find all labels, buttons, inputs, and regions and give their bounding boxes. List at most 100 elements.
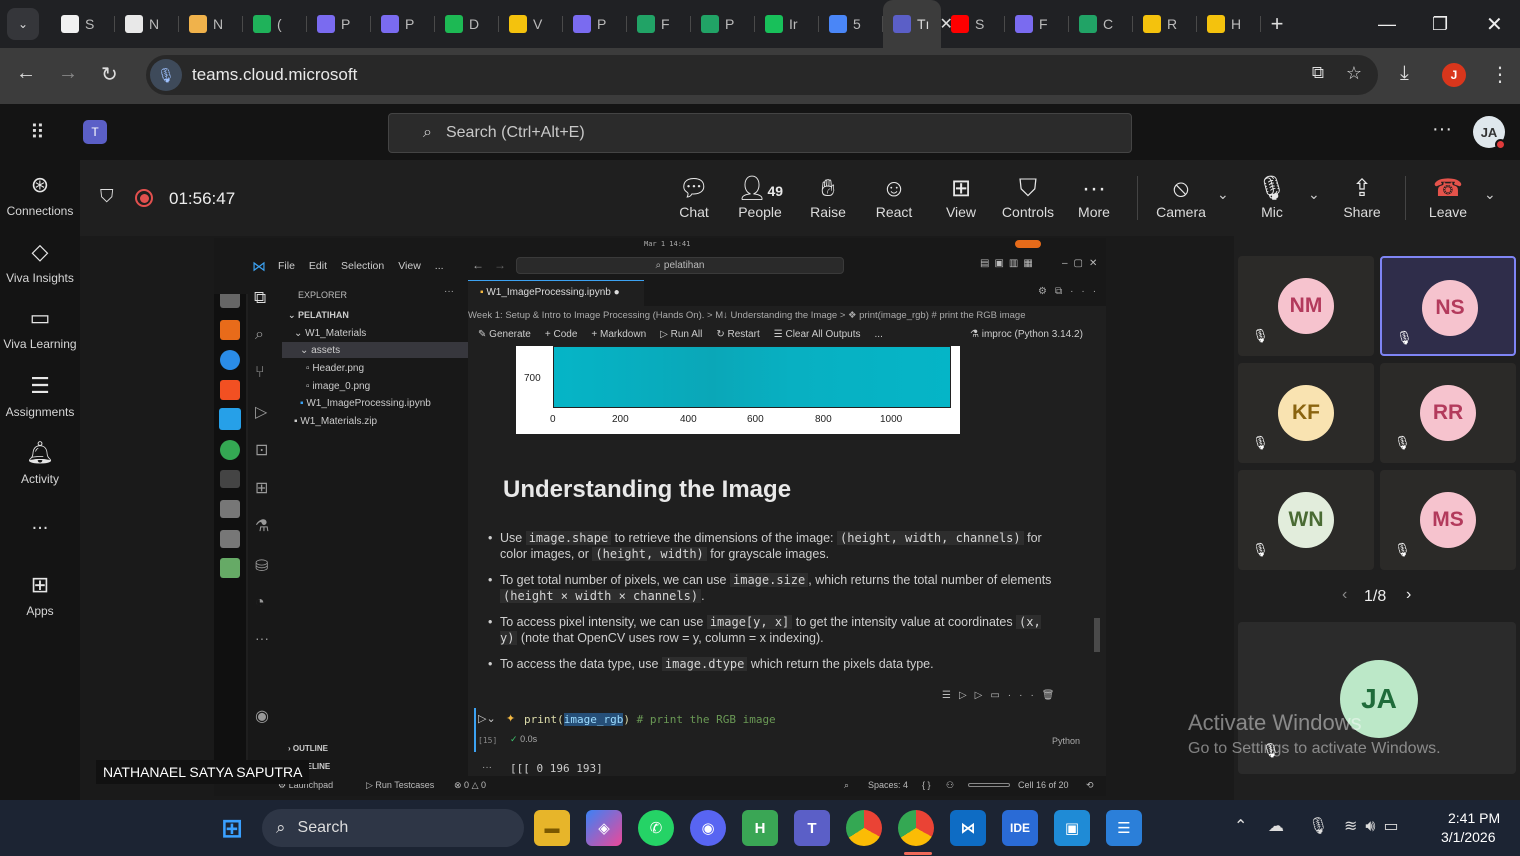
address-bar[interactable]: 🎙 teams.cloud.microsoft ☆ ⧉ — [146, 55, 1378, 95]
generate-button[interactable]: ✎ Generate — [478, 329, 531, 340]
search-input[interactable]: Search (Ctrl+Alt+E) — [446, 124, 585, 142]
menu-selection[interactable]: Selection — [341, 260, 384, 272]
browser-tab[interactable]: P — [307, 0, 371, 48]
more-options-icon[interactable]: ··· — [1432, 118, 1452, 141]
tree-folder[interactable]: ⌄ W1_Materials — [294, 328, 366, 339]
browser-tab[interactable]: P — [691, 0, 755, 48]
rail-assignments[interactable]: ☰ Assignments — [0, 373, 80, 419]
timeline-icon[interactable]: ◔ — [255, 594, 265, 612]
browser-tab[interactable]: D — [435, 0, 499, 48]
tree-file[interactable]: ▫ Header.png — [306, 363, 364, 374]
add-markdown-button[interactable]: + Markdown — [591, 329, 646, 340]
rail-viva-learning[interactable]: ▭ Viva Learning — [0, 305, 80, 351]
browser-tab[interactable]: S — [941, 0, 1005, 48]
code-line[interactable]: print(image_rgb) # print the RGB image — [524, 713, 776, 726]
help-icon[interactable] — [220, 350, 240, 370]
chat-button[interactable]: 💬︎ Chat — [676, 174, 712, 220]
notifications-icon[interactable]: ⟲ — [1086, 780, 1094, 791]
downloads-icon[interactable]: ⤓ — [1400, 62, 1409, 85]
menu-view[interactable]: View — [398, 260, 421, 272]
command-center[interactable]: ⌕ pelatihan — [516, 257, 844, 274]
minimize-button[interactable]: ― — [1378, 0, 1396, 48]
copilot-icon[interactable]: ⚇ — [946, 780, 954, 791]
tree-file[interactable]: ▪ W1_Materials.zip — [294, 416, 377, 427]
disk-icon[interactable] — [220, 530, 240, 548]
controls-button[interactable]: ⛉ Controls — [1000, 174, 1056, 220]
terminal-icon[interactable] — [220, 470, 240, 488]
explorer-more-icon[interactable]: ··· — [444, 286, 454, 297]
rail-activity[interactable]: 🔔︎ Activity — [0, 440, 80, 486]
url-text[interactable]: teams.cloud.microsoft — [192, 65, 357, 85]
search-box[interactable]: ⌕ Search (Ctrl+Alt+E) — [388, 113, 1132, 153]
tray-cloud-icon[interactable]: ☁ — [1268, 816, 1284, 836]
participant-tile[interactable]: WN 🎙︎ — [1238, 470, 1374, 570]
app-launcher-icon[interactable]: ⠿ — [30, 120, 45, 145]
whatsapp-icon[interactable]: ✆ — [638, 810, 674, 846]
forward-arrow-icon[interactable]: → — [58, 62, 78, 85]
tree-root[interactable]: ⌄ PELATIHAN — [288, 310, 349, 321]
leave-button[interactable]: ☎︎ Leave — [1428, 174, 1468, 220]
menu-more[interactable]: ... — [435, 260, 444, 272]
raise-hand-button[interactable]: ✋︎ Raise — [808, 174, 848, 220]
source-control-icon[interactable]: ⑂ — [255, 364, 265, 382]
add-code-button[interactable]: + Code — [545, 329, 578, 340]
clear-outputs-button[interactable]: ☰ Clear All Outputs — [774, 329, 861, 340]
run-all-button[interactable]: ▷ Run All — [660, 329, 702, 340]
code-cell[interactable]: ▷⌄ ✦ print(image_rgb) # print the RGB im… — [474, 690, 1094, 752]
chrome-icon[interactable] — [846, 810, 882, 846]
window-controls-icon[interactable]: –▢✕ — [1062, 258, 1103, 269]
scrollbar[interactable] — [1094, 618, 1100, 652]
next-page-icon[interactable]: › — [1406, 586, 1411, 604]
chrome-profile-icon[interactable] — [898, 810, 934, 846]
browser-tab[interactable]: F — [627, 0, 691, 48]
remote-icon[interactable]: ⊡ — [255, 440, 268, 460]
run-debug-icon[interactable]: ▷ — [255, 402, 267, 422]
trash-icon[interactable] — [220, 558, 240, 578]
close-window-button[interactable]: ✕ — [1486, 0, 1503, 48]
layout-controls-icon[interactable]: ▤▣▥▦ — [980, 258, 1038, 269]
more-button[interactable]: ··· More — [1074, 174, 1114, 220]
rail-viva-insights[interactable]: ◇ Viva Insights — [0, 239, 80, 285]
tree-folder-assets[interactable]: ⌄ assets — [300, 345, 340, 356]
teams-icon[interactable]: T — [794, 810, 830, 846]
cell-position-status[interactable]: Cell 16 of 20 — [1018, 780, 1069, 790]
run-testcases-status[interactable]: ▷ Run Testcases — [366, 780, 434, 791]
browser-tab[interactable]: P — [371, 0, 435, 48]
rail-apps[interactable]: ⊞ Apps — [0, 572, 80, 618]
more-icon[interactable]: ··· — [255, 630, 269, 646]
browser-menu-icon[interactable]: ⋮ — [1490, 62, 1510, 87]
tray-network-volume-battery-icon[interactable]: ≋🔊︎▭ — [1344, 816, 1407, 836]
browser-tab[interactable]: H — [1197, 0, 1261, 48]
file-explorer-icon[interactable]: ▬ — [534, 810, 570, 846]
app-icon[interactable]: ▣ — [1054, 810, 1090, 846]
indentation-status[interactable]: Spaces: 4 — [868, 780, 908, 790]
editor-actions-icon[interactable]: ⚙⧉··· — [1038, 286, 1104, 297]
menu-edit[interactable]: Edit — [309, 260, 327, 272]
back-arrow-icon[interactable]: ← — [472, 258, 484, 272]
cell-toolbar-icon[interactable]: ☰▷▷▭···🗑 — [942, 690, 1062, 701]
participant-tile[interactable]: RR 🎙︎ — [1380, 363, 1516, 463]
browser-tab[interactable]: N — [179, 0, 243, 48]
account-icon[interactable]: ◉ — [255, 706, 269, 726]
ide-icon[interactable]: IDE — [1002, 810, 1038, 846]
tree-file[interactable]: ▫ image_0.png — [306, 381, 370, 392]
taskbar-time[interactable]: 2:41 PM — [1448, 810, 1500, 826]
tray-mic-icon[interactable]: 🎙︎ — [1308, 816, 1328, 836]
browser-tab[interactable]: P — [563, 0, 627, 48]
problems-status[interactable]: ⊗ 0 △ 0 — [454, 780, 486, 791]
copilot-icon[interactable]: ◈ — [586, 810, 622, 846]
tab-search-button[interactable]: ⌄ — [7, 8, 39, 40]
browser-tab[interactable]: Ir — [755, 0, 819, 48]
back-arrow-icon[interactable]: ← — [16, 62, 36, 85]
install-app-icon[interactable]: ⧉ — [1312, 63, 1324, 83]
app-store-icon[interactable] — [220, 320, 240, 340]
rail-more[interactable]: ... — [0, 512, 80, 535]
h-app-icon[interactable]: H — [742, 810, 778, 846]
run-cell-icon[interactable]: ▷⌄ — [478, 712, 496, 725]
zoom-icon[interactable]: ⌕ — [844, 780, 849, 791]
leave-options-chevron-icon[interactable]: ⌄ — [1484, 186, 1496, 203]
browser-tab[interactable]: N — [115, 0, 179, 48]
testing-icon[interactable]: ⚗ — [255, 516, 269, 536]
restore-button[interactable]: ❐ — [1432, 0, 1448, 48]
react-button[interactable]: ☺ React — [874, 174, 914, 220]
